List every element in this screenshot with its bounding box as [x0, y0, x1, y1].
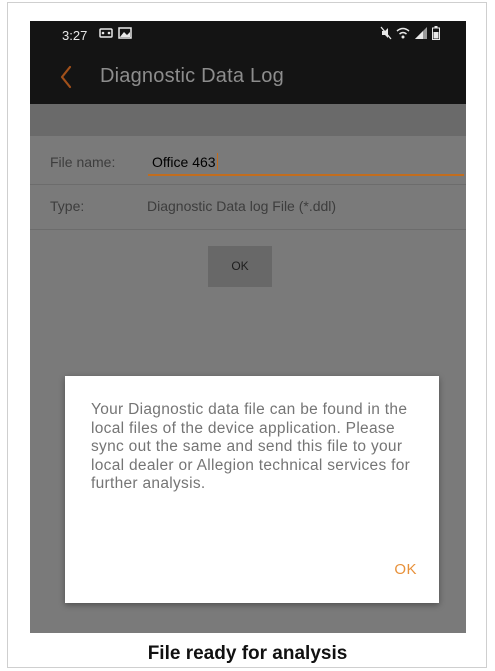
- chevron-left-icon[interactable]: [56, 63, 78, 91]
- info-dialog: Your Diagnostic data file can be found i…: [65, 376, 439, 603]
- file-name-row: File name: Office 463: [30, 136, 466, 184]
- figure-caption: File ready for analysis: [147, 643, 348, 664]
- phone-screen: 3:27 Diagnostic Data Log File name: Offi…: [30, 21, 466, 633]
- dialog-ok-button[interactable]: OK: [394, 561, 417, 578]
- battery-icon: [432, 26, 440, 43]
- ok-button[interactable]: OK: [208, 246, 272, 287]
- signal-icon: [414, 26, 428, 43]
- notification-icon: [99, 26, 113, 43]
- header-band: [30, 104, 466, 136]
- page-title: Diagnostic Data Log: [100, 65, 284, 87]
- image-icon: [118, 26, 132, 43]
- file-name-label: File name:: [50, 154, 116, 170]
- type-value: Diagnostic Data log File (*.ddl): [147, 198, 337, 214]
- mute-icon: [380, 26, 392, 43]
- text-cursor: [216, 153, 219, 170]
- status-time: 3:27: [62, 28, 88, 43]
- file-name-value: Office 463: [152, 153, 219, 170]
- status-bar: 3:27: [30, 21, 466, 50]
- app-bar: Diagnostic Data Log: [30, 50, 466, 104]
- status-right-icons: [380, 26, 440, 43]
- wifi-icon: [396, 26, 410, 43]
- type-row: Type: Diagnostic Data log File (*.ddl): [30, 185, 466, 229]
- status-left-icons: [99, 26, 132, 43]
- file-name-field[interactable]: Office 463: [148, 150, 464, 176]
- divider: [30, 229, 466, 230]
- dialog-message: Your Diagnostic data file can be found i…: [91, 401, 411, 492]
- type-label: Type:: [50, 198, 85, 214]
